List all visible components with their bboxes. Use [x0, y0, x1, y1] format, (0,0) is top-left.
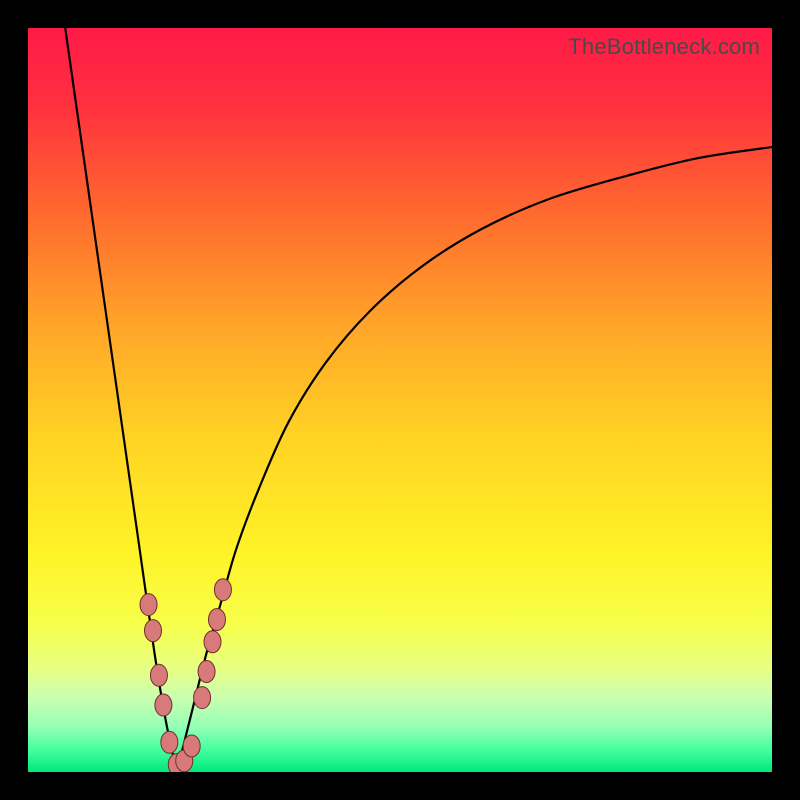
- data-marker: [198, 661, 215, 683]
- data-marker: [183, 735, 200, 757]
- marker-group: [140, 579, 231, 772]
- data-marker: [155, 694, 172, 716]
- curve-right-branch: [177, 147, 772, 772]
- watermark-text: TheBottleneck.com: [568, 34, 760, 60]
- data-marker: [150, 664, 167, 686]
- data-marker: [214, 579, 231, 601]
- plot-area: TheBottleneck.com: [28, 28, 772, 772]
- data-marker: [204, 631, 221, 653]
- data-marker: [144, 620, 161, 642]
- data-marker: [194, 687, 211, 709]
- outer-frame: TheBottleneck.com: [0, 0, 800, 800]
- data-marker: [140, 594, 157, 616]
- data-marker: [208, 608, 225, 630]
- curve-left-branch: [65, 28, 177, 772]
- data-marker: [161, 731, 178, 753]
- curve-layer: [28, 28, 772, 772]
